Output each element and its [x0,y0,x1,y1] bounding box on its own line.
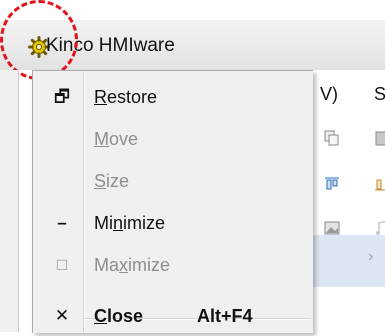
menu-item-label: Minimize [94,213,166,233]
align-bottom-icon[interactable] [374,176,385,192]
app-menubar[interactable]: V) S [312,78,385,112]
menu-item-close[interactable]: ✕ Close Alt+F4 [33,296,313,336]
menu-item-label: Move [94,129,139,149]
menu-item-size: Size [33,161,313,201]
menu-item-restore[interactable]: 🗗 Restore [33,77,313,117]
window-left-edge [0,70,19,332]
maximize-icon: □ [56,255,68,274]
menu-item-label: Restore [94,87,158,107]
selected-row[interactable] [312,235,385,287]
copy-icon[interactable] [324,130,340,146]
close-shortcut: Alt+F4 [197,306,253,326]
menu-item-label: Close [94,306,144,326]
music-icon[interactable] [374,220,385,236]
align-top-icon[interactable] [324,176,340,192]
chevron-right-icon: › [368,248,374,265]
paste-icon[interactable] [374,130,385,146]
menubar-item-view[interactable]: V) [320,84,338,105]
toolbar-row-2 [312,164,385,206]
close-icon: ✕ [54,306,70,325]
annotation-highlight-circle [0,0,78,80]
restore-icon: 🗗 [54,87,70,106]
menu-item-label: Size [94,171,130,191]
image-icon[interactable] [324,220,340,236]
menu-item-label: Maximize [94,255,171,275]
menubar-item-next[interactable]: S [374,84,385,105]
toolbar-row-1 [312,118,385,160]
system-menu: 🗗 Restore Move Size – Minimize □ Maximiz… [32,70,313,333]
menu-item-maximize: □ Maximize [33,245,313,285]
menu-item-move: Move [33,119,313,159]
minimize-icon: – [57,213,67,232]
menu-item-minimize[interactable]: – Minimize [33,203,313,243]
